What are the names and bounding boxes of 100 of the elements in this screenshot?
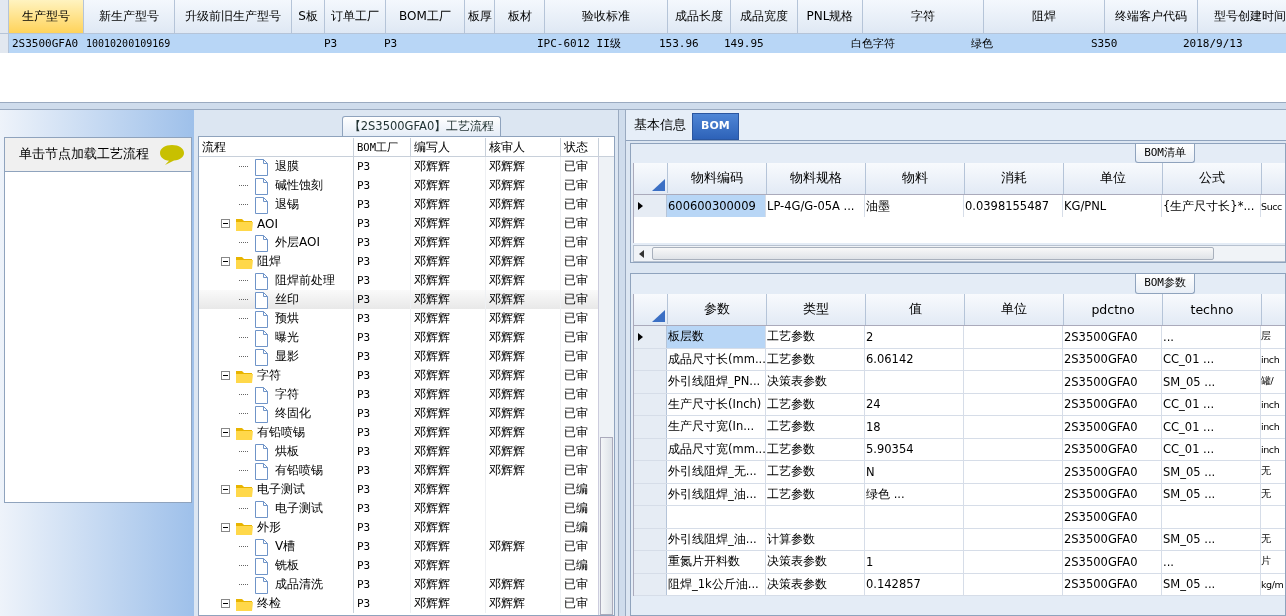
tree-node[interactable]: AOI (255, 216, 280, 231)
table-row[interactable]: 2S3500GFA0 10010200109169 P3 P3 IPC-6012 II级 153.96 149.95 白色字符 绿色 S350 2018/9/13 (0, 34, 1286, 53)
column-header[interactable]: 升级前旧生产型号 (175, 0, 292, 33)
tree-node[interactable]: 退膜 (273, 158, 301, 175)
table-cell: 邓辉辉 (411, 252, 486, 271)
tree-node[interactable]: 退锡 (273, 196, 301, 213)
table-cell: P3 (354, 214, 411, 233)
tree-node[interactable]: 显影 (273, 348, 301, 365)
column-header[interactable]: S板 (292, 0, 325, 33)
tree-node[interactable]: 字符 (255, 367, 283, 384)
tab[interactable]: BOM (692, 113, 739, 140)
tab[interactable]: 基本信息 (628, 113, 692, 140)
tree-node[interactable]: 预烘 (273, 310, 301, 327)
tree-node[interactable]: 碱性蚀刻 (273, 177, 325, 194)
tree-node[interactable]: 电子测试 (273, 500, 325, 517)
column-header[interactable]: 板厚 (465, 0, 495, 33)
column-header[interactable]: 型号创建时间 (1198, 0, 1286, 33)
table-cell: P3 (354, 461, 411, 480)
row-header[interactable] (634, 195, 667, 217)
tree-node[interactable]: 有铅喷锡 (273, 462, 325, 479)
column-header[interactable]: 成品长度 (668, 0, 731, 33)
table-cell: P3 (354, 233, 411, 252)
table-cell: 0.142857 (865, 573, 964, 595)
collapse-icon[interactable] (221, 485, 230, 494)
tree-node[interactable]: 字符 (273, 386, 301, 403)
column-header[interactable]: 单位 (1064, 163, 1163, 195)
collapse-icon[interactable] (221, 371, 230, 380)
column-header[interactable]: PNL规格 (798, 0, 863, 33)
tree-node[interactable]: 铣板 (273, 557, 301, 574)
column-header[interactable]: 流程 (199, 137, 354, 156)
column-header[interactable]: 单位 (965, 294, 1064, 325)
column-header[interactable]: BOM工厂 (354, 137, 411, 156)
table-cell: 600600300009 (667, 195, 766, 217)
table-cell: 重氮片开料数 (667, 551, 766, 573)
panel-title: 【2S3500GFA0】工艺流程 (341, 116, 502, 136)
scrollbar[interactable] (598, 157, 614, 615)
row-header[interactable] (634, 326, 667, 348)
table-cell: P3 (354, 518, 411, 537)
table-cell: P3 (354, 195, 411, 214)
column-header[interactable]: 状态 (561, 137, 599, 156)
column-header[interactable]: 板材 (495, 0, 545, 33)
tree-node[interactable]: 曝光 (273, 329, 301, 346)
column-header[interactable]: 验收标准 (545, 0, 668, 33)
table-cell-text: 无 (1261, 531, 1272, 546)
table-cell-text: 无 (1261, 464, 1272, 479)
column-header[interactable]: 编写人 (411, 137, 486, 156)
column-header[interactable]: 值 (866, 294, 965, 325)
tree-node[interactable]: 外层AOI (273, 234, 322, 251)
table-cell: 邓辉辉 (411, 290, 486, 309)
table-cell: 2 (865, 326, 964, 348)
column-header[interactable]: 公式 (1163, 163, 1262, 195)
column-header[interactable]: 字符 (863, 0, 984, 33)
column-header[interactable]: 订单工厂 (325, 0, 386, 33)
table-cell: 邓辉辉 (411, 461, 486, 480)
table-cell: 邓辉辉 (486, 404, 561, 423)
column-header[interactable]: BOM工厂 (386, 0, 465, 33)
table-cell: 邓辉辉 (486, 537, 561, 556)
column-header[interactable]: 物料规格 (767, 163, 866, 195)
tree-node[interactable]: V槽 (273, 538, 298, 555)
splitter[interactable] (0, 103, 1286, 110)
column-header[interactable]: 核审人 (486, 137, 561, 156)
tree-node[interactable]: 有铅喷锡 (255, 424, 307, 441)
table-cell: 绿色 ... (865, 483, 964, 505)
column-header[interactable]: 物料 (866, 163, 965, 195)
column-header[interactable]: pdctno (1064, 294, 1163, 325)
column-header[interactable]: 成品宽度 (731, 0, 798, 33)
collapse-icon[interactable] (221, 219, 230, 228)
row-pointer-icon (638, 202, 643, 211)
collapse-icon[interactable] (221, 257, 230, 266)
collapse-icon[interactable] (221, 428, 230, 437)
column-header[interactable]: 新生产型号 (84, 0, 175, 33)
tree-node[interactable]: 终检 (255, 595, 283, 612)
column-header[interactable]: 阻焊 (984, 0, 1105, 33)
column-header[interactable]: 类型 (767, 294, 866, 325)
collapse-icon[interactable] (221, 523, 230, 532)
column-header[interactable]: 参数 (668, 294, 767, 325)
table-cell: 5.90354 (865, 438, 964, 460)
tree-node[interactable]: 阻焊前处理 (273, 272, 337, 289)
table-cell: 工艺参数 (766, 416, 865, 438)
collapse-icon[interactable] (221, 599, 230, 608)
table-cell: 邓辉辉 (486, 594, 561, 613)
tree-node[interactable]: 电子测试 (255, 481, 307, 498)
column-header[interactable]: techno (1163, 294, 1262, 325)
tree-node[interactable]: 终固化 (273, 405, 313, 422)
table-cell: CC_01 ... (1162, 416, 1261, 438)
table-cell: P3 (354, 480, 411, 499)
column-header[interactable]: 物料编码 (668, 163, 767, 195)
table-cell: 工艺参数 (766, 438, 865, 460)
tree-node[interactable]: 成品清洗 (273, 576, 325, 593)
tree-node[interactable]: 阻焊 (255, 253, 283, 270)
tree-node[interactable]: 丝印 (273, 291, 301, 308)
splitter[interactable] (618, 110, 626, 616)
tree-node[interactable]: 外形 (255, 519, 283, 536)
column-header[interactable]: 终端客户代码 (1105, 0, 1198, 33)
column-header[interactable]: 消耗 (965, 163, 1064, 195)
tree-node[interactable]: 烘板 (273, 443, 301, 460)
column-header[interactable]: 生产型号 (9, 0, 84, 33)
scrollbar[interactable] (633, 245, 1285, 262)
group-title: BOM参数 (1135, 274, 1195, 294)
table-cell: {生产尺寸长}*... (1162, 195, 1261, 217)
